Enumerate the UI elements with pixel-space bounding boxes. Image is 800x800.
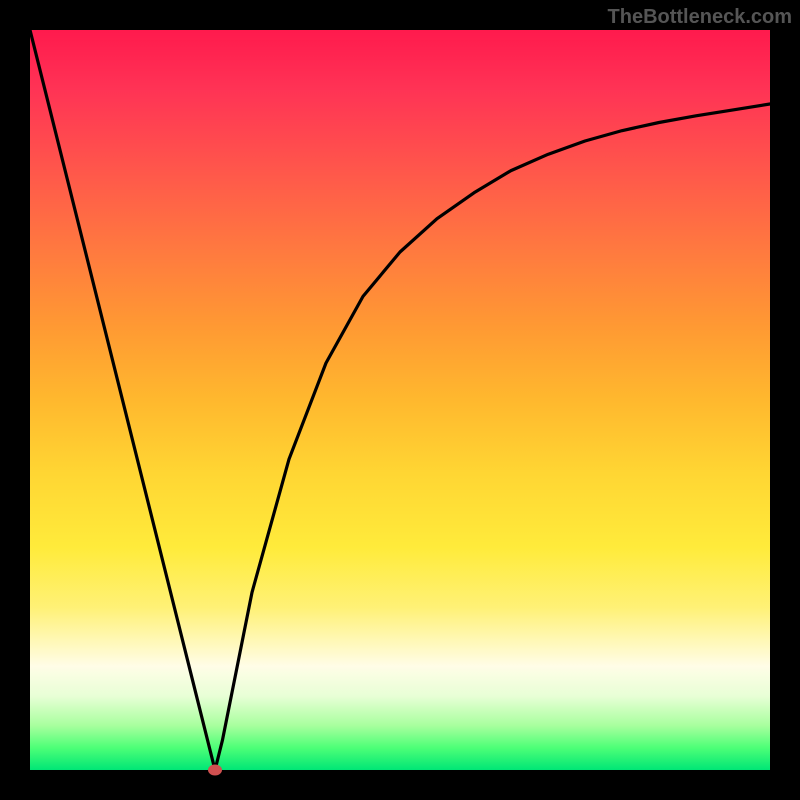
bottleneck-curve xyxy=(30,30,770,770)
chart-svg xyxy=(30,30,770,770)
chart-container: TheBottleneck.com xyxy=(0,0,800,800)
optimal-point-marker xyxy=(208,765,222,776)
watermark-label: TheBottleneck.com xyxy=(608,6,792,29)
